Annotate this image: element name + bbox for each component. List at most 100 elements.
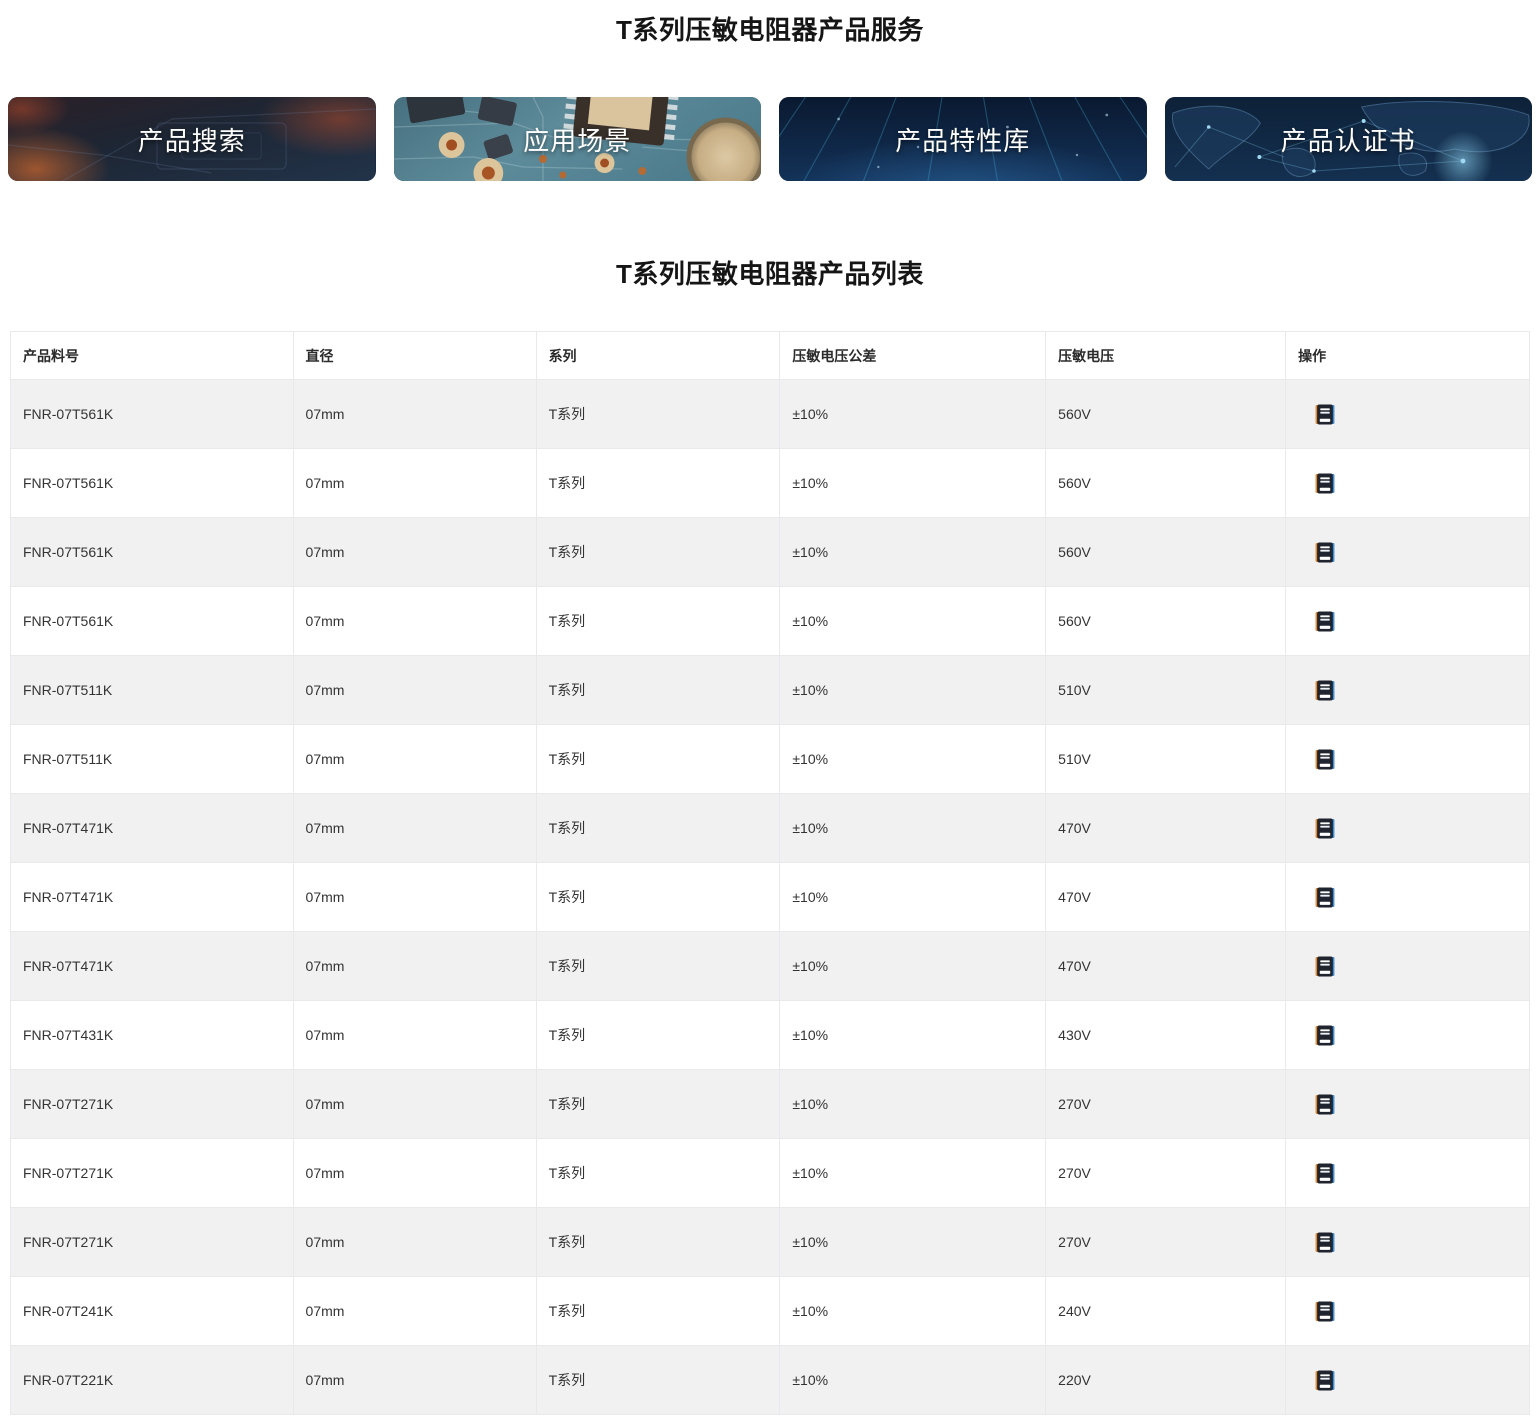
banner-label-application-scenarios: 应用场景	[523, 125, 632, 156]
view-datasheet-button[interactable]	[1315, 1163, 1335, 1184]
cell-part-number: FNR-07T511K	[10, 724, 294, 794]
cell-diameter: 07mm	[292, 1000, 537, 1070]
column-header-actions: 操作	[1285, 331, 1530, 380]
table-row: FNR-07T221K 07mm T系列 ±10% 220V	[10, 1345, 1530, 1415]
view-datasheet-button[interactable]	[1315, 1232, 1335, 1253]
cell-diameter: 07mm	[292, 655, 537, 725]
cell-varistor-voltage: 430V	[1045, 1000, 1287, 1070]
table-row: FNR-07T511K 07mm T系列 ±10% 510V	[10, 655, 1530, 725]
cell-series: T系列	[535, 1000, 781, 1070]
view-datasheet-button[interactable]	[1315, 680, 1335, 701]
cell-part-number: FNR-07T271K	[10, 1138, 294, 1208]
cell-actions	[1285, 1345, 1530, 1415]
cell-varistor-voltage: 560V	[1045, 517, 1287, 587]
datasheet-document-icon	[1315, 956, 1335, 976]
cell-voltage-tolerance: ±10%	[779, 1000, 1047, 1070]
view-datasheet-button[interactable]	[1315, 1370, 1335, 1391]
table-header-row: 产品料号 直径 系列 压敏电压公差 压敏电压 操作	[10, 331, 1530, 380]
banner-product-characteristics[interactable]: 产品特性库	[779, 97, 1147, 181]
view-datasheet-button[interactable]	[1315, 404, 1335, 425]
cell-actions	[1285, 655, 1530, 725]
view-datasheet-button[interactable]	[1315, 887, 1335, 908]
cell-actions	[1285, 1276, 1530, 1346]
cell-actions	[1285, 1000, 1530, 1070]
banner-application-scenarios[interactable]: 应用场景	[393, 97, 761, 181]
cell-voltage-tolerance: ±10%	[779, 1207, 1047, 1277]
datasheet-document-icon	[1315, 473, 1335, 493]
datasheet-document-icon	[1315, 1370, 1335, 1390]
cell-series: T系列	[535, 379, 781, 449]
cell-varistor-voltage: 560V	[1045, 379, 1287, 449]
cell-series: T系列	[535, 793, 781, 863]
cell-varistor-voltage: 270V	[1045, 1207, 1287, 1277]
cell-diameter: 07mm	[292, 931, 537, 1001]
view-datasheet-button[interactable]	[1315, 818, 1335, 839]
cell-diameter: 07mm	[292, 1138, 537, 1208]
cell-part-number: FNR-07T431K	[10, 1000, 294, 1070]
datasheet-document-icon	[1315, 542, 1335, 562]
banner-product-search[interactable]: 产品搜索	[8, 97, 376, 181]
cell-voltage-tolerance: ±10%	[779, 1138, 1047, 1208]
cell-actions	[1285, 724, 1530, 794]
cell-varistor-voltage: 560V	[1045, 448, 1287, 518]
cell-varistor-voltage: 240V	[1045, 1276, 1287, 1346]
cell-diameter: 07mm	[292, 1345, 537, 1415]
cell-part-number: FNR-07T471K	[10, 862, 294, 932]
cell-voltage-tolerance: ±10%	[779, 1345, 1047, 1415]
cell-voltage-tolerance: ±10%	[779, 517, 1047, 587]
cell-voltage-tolerance: ±10%	[779, 793, 1047, 863]
datasheet-document-icon	[1315, 1094, 1335, 1114]
table-row: FNR-07T561K 07mm T系列 ±10% 560V	[10, 448, 1530, 518]
cell-part-number: FNR-07T561K	[10, 448, 294, 518]
cell-actions	[1285, 931, 1530, 1001]
cell-voltage-tolerance: ±10%	[779, 448, 1047, 518]
view-datasheet-button[interactable]	[1315, 956, 1335, 977]
cell-varistor-voltage: 470V	[1045, 793, 1287, 863]
cell-series: T系列	[535, 448, 781, 518]
cell-voltage-tolerance: ±10%	[779, 724, 1047, 794]
cell-actions	[1285, 379, 1530, 449]
cell-varistor-voltage: 220V	[1045, 1345, 1287, 1415]
view-datasheet-button[interactable]	[1315, 473, 1335, 494]
view-datasheet-button[interactable]	[1315, 1094, 1335, 1115]
datasheet-document-icon	[1315, 818, 1335, 838]
cell-diameter: 07mm	[292, 517, 537, 587]
cell-part-number: FNR-07T561K	[10, 517, 294, 587]
cell-diameter: 07mm	[292, 1207, 537, 1277]
datasheet-document-icon	[1315, 749, 1335, 769]
view-datasheet-button[interactable]	[1315, 542, 1335, 563]
datasheet-document-icon	[1315, 611, 1335, 631]
cell-actions	[1285, 862, 1530, 932]
cell-series: T系列	[535, 1276, 781, 1346]
datasheet-document-icon	[1315, 1232, 1335, 1252]
cell-part-number: FNR-07T241K	[10, 1276, 294, 1346]
table-row: FNR-07T431K 07mm T系列 ±10% 430V	[10, 1000, 1530, 1070]
table-row: FNR-07T561K 07mm T系列 ±10% 560V	[10, 379, 1530, 449]
column-header-diameter: 直径	[292, 331, 537, 380]
cell-actions	[1285, 1069, 1530, 1139]
cell-part-number: FNR-07T561K	[10, 586, 294, 656]
view-datasheet-button[interactable]	[1315, 1025, 1335, 1046]
cell-diameter: 07mm	[292, 793, 537, 863]
cell-voltage-tolerance: ±10%	[779, 931, 1047, 1001]
page-title: T系列压敏电阻器产品服务	[616, 15, 924, 45]
cell-diameter: 07mm	[292, 1276, 537, 1346]
cell-part-number: FNR-07T221K	[10, 1345, 294, 1415]
cell-series: T系列	[535, 586, 781, 656]
view-datasheet-button[interactable]	[1315, 611, 1335, 632]
table-row: FNR-07T471K 07mm T系列 ±10% 470V	[10, 931, 1530, 1001]
table-row: FNR-07T471K 07mm T系列 ±10% 470V	[10, 862, 1530, 932]
cell-varistor-voltage: 510V	[1045, 655, 1287, 725]
view-datasheet-button[interactable]	[1315, 749, 1335, 770]
cell-diameter: 07mm	[292, 724, 537, 794]
cell-series: T系列	[535, 1069, 781, 1139]
banner-product-certificates[interactable]: 产品认证书	[1164, 97, 1532, 181]
banner-label-product-search: 产品搜索	[137, 125, 246, 156]
view-datasheet-button[interactable]	[1315, 1301, 1335, 1322]
table-row: FNR-07T271K 07mm T系列 ±10% 270V	[10, 1069, 1530, 1139]
cell-part-number: FNR-07T511K	[10, 655, 294, 725]
cell-varistor-voltage: 510V	[1045, 724, 1287, 794]
cell-varistor-voltage: 270V	[1045, 1069, 1287, 1139]
table-row: FNR-07T471K 07mm T系列 ±10% 470V	[10, 793, 1530, 863]
product-table: 产品料号 直径 系列 压敏电压公差 压敏电压 操作 FNR-07T561K 07…	[10, 331, 1530, 1415]
